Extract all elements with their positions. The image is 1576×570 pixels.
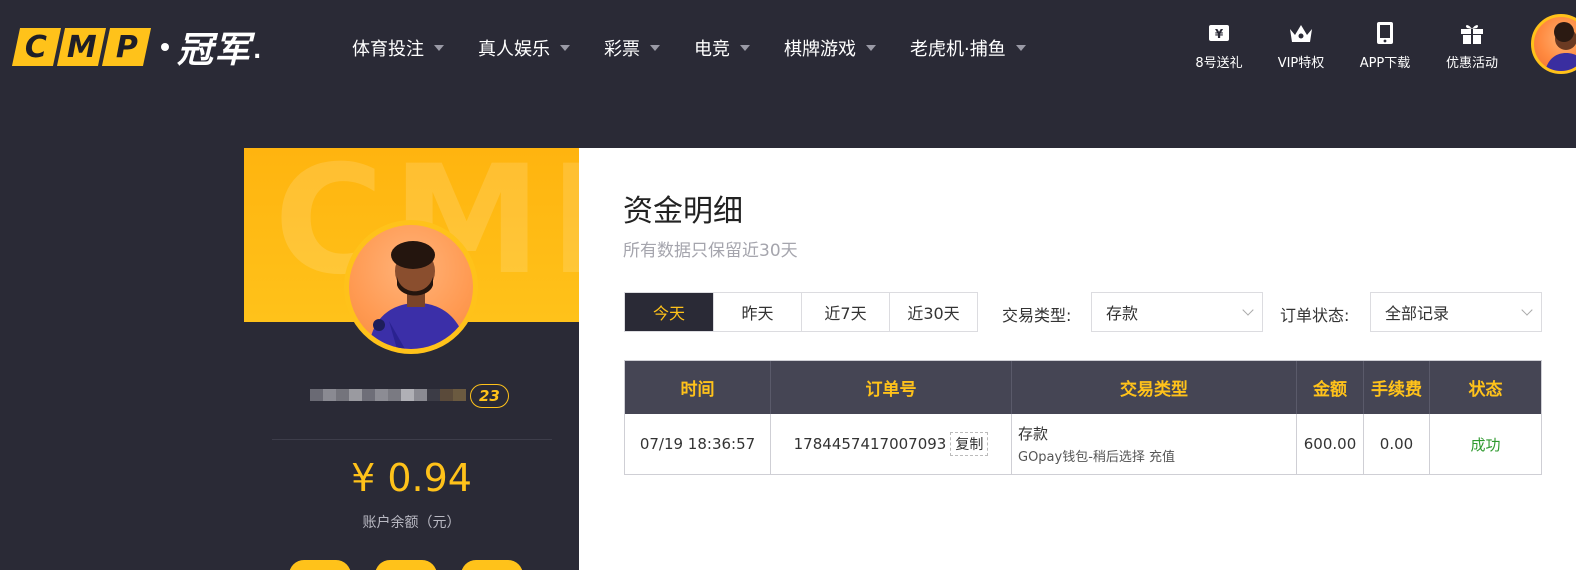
logo-letter-box: M bbox=[56, 28, 107, 66]
quick-link-gift-8[interactable]: ¥ 8号送礼 bbox=[1193, 20, 1245, 76]
balance-label: 账户余额（元） bbox=[362, 515, 461, 531]
chevron-down-icon bbox=[1015, 45, 1026, 51]
logo-letter-box: C bbox=[11, 28, 62, 66]
logo-text: 冠军 bbox=[177, 30, 252, 71]
profile-panel: CMP 23 ¥ 0.94 账户余额（元） bbox=[244, 148, 579, 570]
transaction-type-value: 存款 bbox=[1106, 304, 1139, 323]
tab-yesterday[interactable]: 昨天 bbox=[713, 293, 801, 331]
quick-link-label: VIP特权 bbox=[1277, 56, 1325, 71]
chevron-down-icon bbox=[560, 45, 570, 51]
logo-tail: . bbox=[253, 38, 262, 64]
crown-icon bbox=[1287, 20, 1315, 46]
chevron-down-icon bbox=[434, 45, 444, 51]
nav-item-label: 体育投注 bbox=[352, 39, 424, 60]
order-status-select[interactable]: 全部记录 bbox=[1370, 292, 1542, 332]
transaction-table: 时间 订单号 交易类型 金额 手续费 状态 07/19 18:36:57 178… bbox=[624, 360, 1542, 475]
nav-item-card-games[interactable]: 棋牌游戏 bbox=[784, 35, 910, 61]
tab-last-7-days[interactable]: 近7天 bbox=[801, 293, 889, 331]
quick-link-promotions[interactable]: 优惠活动 bbox=[1443, 20, 1501, 76]
cell-time: 07/19 18:36:57 bbox=[625, 414, 771, 474]
order-number: 1784457417007093 bbox=[793, 435, 947, 453]
account-balance: ¥ 0.94 bbox=[351, 456, 472, 500]
logo-letter-box: P bbox=[101, 28, 152, 66]
quick-link-label: 8号送礼 bbox=[1195, 56, 1243, 71]
ticket-icon: ¥ bbox=[1207, 20, 1231, 46]
cell-type: 存款 GOpay钱包-稍后选择 充值 bbox=[1012, 414, 1297, 474]
nav-item-sports[interactable]: 体育投注 bbox=[352, 35, 478, 61]
table-header: 时间 订单号 交易类型 金额 手续费 状态 bbox=[625, 361, 1541, 414]
chevron-down-icon bbox=[866, 45, 876, 51]
nav-item-label: 电竞 bbox=[694, 39, 730, 60]
transaction-method: GOpay钱包-稍后选择 充值 bbox=[1018, 450, 1176, 465]
logo-dot bbox=[161, 43, 169, 51]
order-status-value: 全部记录 bbox=[1385, 304, 1450, 323]
transaction-type-select[interactable]: 存款 bbox=[1091, 292, 1263, 332]
action-button[interactable] bbox=[289, 560, 351, 570]
transaction-type: 存款 bbox=[1018, 425, 1049, 443]
main-nav: 体育投注 真人娱乐 彩票 电竞 棋牌游戏 老虎机·捕鱼 bbox=[352, 34, 1060, 62]
quick-link-label: APP下载 bbox=[1359, 56, 1411, 71]
quick-link-vip[interactable]: VIP特权 bbox=[1274, 20, 1328, 76]
nav-item-label: 彩票 bbox=[604, 39, 640, 60]
username-pixelated bbox=[310, 389, 466, 401]
tab-last-30-days[interactable]: 近30天 bbox=[889, 293, 977, 331]
column-header-fee: 手续费 bbox=[1364, 361, 1430, 414]
site-logo[interactable]: C M P 冠军 . bbox=[11, 26, 262, 71]
gift-icon bbox=[1459, 20, 1485, 46]
nav-item-label: 老虎机·捕鱼 bbox=[910, 39, 1006, 60]
phone-icon bbox=[1376, 20, 1394, 46]
column-header-status: 状态 bbox=[1468, 380, 1503, 400]
cell-order-no: 1784457417007093 复制 bbox=[771, 414, 1012, 474]
nav-item-label: 真人娱乐 bbox=[478, 39, 550, 60]
profile-actions bbox=[289, 560, 547, 570]
chevron-down-icon bbox=[1521, 304, 1533, 316]
order-status-label: 订单状态: bbox=[1280, 306, 1350, 325]
quick-link-label: 优惠活动 bbox=[1445, 56, 1498, 71]
chevron-down-icon bbox=[1242, 304, 1254, 316]
svg-text:¥: ¥ bbox=[1215, 27, 1224, 41]
divider bbox=[272, 439, 552, 440]
logo-letter: C bbox=[25, 29, 48, 65]
copy-button[interactable]: 复制 bbox=[950, 432, 989, 456]
nav-item-live-casino[interactable]: 真人娱乐 bbox=[478, 35, 604, 61]
cell-amount: 600.00 bbox=[1297, 414, 1364, 474]
chevron-down-icon bbox=[740, 45, 750, 51]
column-header-time: 时间 bbox=[625, 361, 771, 414]
main-panel: 资金明细 所有数据只保留近30天 今天 昨天 近7天 近30天 交易类型: 存款… bbox=[579, 148, 1576, 570]
date-range-tabs: 今天 昨天 近7天 近30天 bbox=[624, 292, 978, 332]
top-header: C M P 冠军 . 体育投注 真人娱乐 彩票 电竞 棋牌游戏 老虎机·捕鱼 ¥… bbox=[0, 0, 1576, 96]
action-button[interactable] bbox=[461, 560, 523, 570]
nav-item-slots-fishing[interactable]: 老虎机·捕鱼 bbox=[910, 35, 1060, 61]
profile-avatar[interactable] bbox=[344, 220, 478, 354]
tab-today[interactable]: 今天 bbox=[625, 293, 713, 331]
table-row: 07/19 18:36:57 1784457417007093 复制 存款 GO… bbox=[625, 414, 1541, 474]
transaction-type-label: 交易类型: bbox=[1002, 306, 1072, 325]
nav-item-esports[interactable]: 电竞 bbox=[694, 35, 784, 61]
page-subtitle: 所有数据只保留近30天 bbox=[623, 241, 798, 261]
cell-fee: 0.00 bbox=[1364, 414, 1430, 474]
vip-badge: 23 bbox=[470, 384, 509, 408]
column-header-order-no: 订单号 bbox=[771, 361, 1012, 414]
user-avatar[interactable] bbox=[1531, 14, 1576, 74]
column-header-type: 交易类型 bbox=[1012, 361, 1297, 414]
logo-letter: M bbox=[66, 29, 97, 65]
chevron-down-icon bbox=[650, 45, 660, 51]
cell-status: 成功 bbox=[1470, 435, 1501, 454]
page-title: 资金明细 bbox=[623, 194, 743, 229]
column-header-amount: 金额 bbox=[1297, 361, 1364, 414]
username-blurred bbox=[310, 377, 480, 413]
avatar-photo bbox=[349, 225, 473, 349]
logo-letter: P bbox=[115, 29, 138, 65]
quick-link-app[interactable]: APP下载 bbox=[1356, 20, 1414, 76]
nav-item-label: 棋牌游戏 bbox=[784, 39, 856, 60]
action-button[interactable] bbox=[375, 560, 437, 570]
nav-item-lottery[interactable]: 彩票 bbox=[604, 35, 694, 61]
